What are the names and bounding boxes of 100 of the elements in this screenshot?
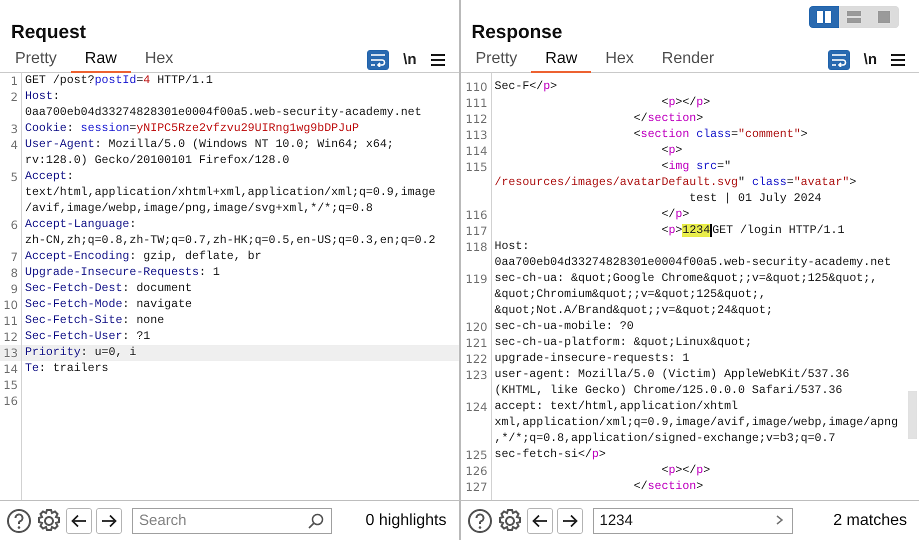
code-line: Accept:	[24, 169, 74, 185]
line-number: 116	[460, 207, 492, 223]
code-line: Host:	[24, 89, 60, 105]
code-line: test | 01 July 2024	[688, 191, 822, 207]
line-number: 16	[0, 393, 22, 409]
code-line: ,*/*;q=0.8,application/signed-exchange;v=b3;q=0.7	[494, 431, 836, 447]
line-number: 13	[0, 345, 22, 361]
code-line: rv:128.0) Gecko/20100101 Firefox/128.0	[24, 153, 290, 169]
line-number: 117	[460, 223, 492, 239]
code-line: 0aa700eb04d33274828301e0004f00a5.web-security-academy.net	[24, 105, 422, 121]
code-line: <p></p>	[660, 463, 710, 479]
code-line: 0aa700eb04d33274828301e0004f00a5.web-security-academy.net	[494, 255, 892, 271]
line-number: 6	[0, 217, 22, 233]
panel-title: Response	[472, 22, 562, 44]
code-line: Te: trailers	[24, 361, 108, 377]
code-line: &quot;Chromium&quot;;v=&quot;125&quot;,	[494, 287, 766, 303]
code-line: </p>	[660, 207, 690, 223]
code-line: sec-ch-ua: &quot;Google Chrome&quot;;v=&quot;125&quot;,	[494, 271, 878, 287]
back-button[interactable]	[66, 508, 92, 534]
line-number: 115	[460, 159, 492, 175]
view-tab[interactable]: Hex	[591, 48, 648, 72]
layout-button[interactable]	[809, 6, 839, 28]
line-number: 119	[460, 271, 492, 287]
scrollbar-thumb[interactable]	[908, 391, 917, 439]
help-icon[interactable]	[6, 508, 32, 534]
right-arrow-icon	[562, 514, 578, 528]
view-tab[interactable]: Pretty	[1, 48, 71, 72]
code-line: Accept-Language:	[24, 217, 136, 233]
match-count: 2 matches	[833, 510, 908, 530]
view-tab[interactable]: Pretty	[462, 48, 532, 72]
code-line: sec-fetch-si</p>	[494, 447, 606, 463]
line-number: 14	[0, 361, 22, 377]
view-tab[interactable]: Raw	[531, 48, 592, 72]
code-line: sec-ch-ua-mobile: ?0	[494, 319, 634, 335]
chevron-icon[interactable]	[774, 512, 784, 526]
menu-icon	[891, 54, 905, 66]
settings-icon[interactable]	[496, 508, 522, 534]
code-line: Sec-Fetch-Site: none	[24, 313, 164, 329]
code-line: sec-ch-ua-platform: &quot;Linux&quot;	[494, 335, 752, 351]
code-line: Cookie: session=yNIPC5Rze2vfzvu29UIRng1wg9bDPJuP	[24, 121, 359, 137]
line-number: 9	[0, 281, 22, 297]
left-arrow-icon	[532, 514, 548, 528]
code-line: user-agent: Mozilla/5.0 (Victim) AppleWebKit/537.36	[494, 367, 850, 383]
line-number: 113	[460, 127, 492, 143]
code-line: /avif,image/webp,image/png,image/svg+xml,*/*;q=0.8	[24, 201, 373, 217]
view-tab[interactable]: Hex	[130, 48, 188, 72]
forward-button[interactable]	[96, 508, 122, 534]
code-line: upgrade-insecure-requests: 1	[494, 351, 690, 367]
code-line: </section>	[632, 111, 704, 127]
code-line: <p></p>	[660, 95, 710, 111]
search-icon[interactable]	[308, 512, 324, 528]
code-line: Priority: u=0, i	[24, 345, 136, 361]
newline-button[interactable]: \n	[864, 48, 877, 72]
line-number: 11	[0, 313, 22, 329]
left-arrow-icon	[71, 514, 87, 528]
line-number: 114	[460, 143, 492, 159]
right-arrow-icon	[101, 514, 117, 528]
code-line: &quot;Not.A/Brand&quot;;v=&quot;24&quot;	[494, 303, 773, 319]
code-line: </section>	[632, 479, 704, 495]
wrap-button[interactable]	[828, 50, 850, 70]
help-icon[interactable]	[466, 508, 492, 534]
back-button[interactable]	[526, 508, 552, 534]
search-field[interactable]: 1234	[592, 508, 792, 534]
match-count: 0 highlights	[366, 510, 448, 530]
wrap-button[interactable]	[367, 50, 390, 70]
line-number: 126	[460, 463, 492, 479]
line-number: 15	[0, 377, 22, 393]
code-line: Sec-Fetch-User: ?1	[24, 329, 150, 345]
menu-button[interactable]	[430, 54, 444, 66]
code-line: <p>1234 GET /login HTTP/1.1	[660, 223, 844, 239]
line-number: 4	[0, 137, 22, 153]
code-line: (KHTML, like Gecko) Chrome/125.0.0.0 Safari/537.36	[494, 383, 842, 399]
wrap-icon	[830, 53, 847, 67]
line-number: 123	[460, 367, 492, 383]
line-number: 110	[460, 79, 492, 95]
columns-icon[interactable]	[816, 10, 832, 24]
line-number: 111	[460, 95, 492, 111]
line-number: 122	[460, 351, 492, 367]
line-number: 121	[460, 335, 492, 351]
view-tab[interactable]: Raw	[70, 48, 131, 72]
code-line: Upgrade-Insecure-Requests: 1	[24, 265, 220, 281]
view-tab[interactable]: Render	[648, 48, 728, 72]
code-line: accept: text/html,application/xhtml	[494, 399, 738, 415]
settings-icon[interactable]	[36, 508, 62, 534]
code-line: User-Agent: Mozilla/5.0 (Windows NT 10.0; Win64; x64;	[24, 137, 394, 153]
code-line: Host:	[494, 239, 530, 255]
newline-button[interactable]: \n	[403, 48, 416, 72]
line-number: 118	[460, 239, 492, 255]
code-line: <section class="comment">	[632, 127, 808, 143]
code-line: <p>	[660, 143, 682, 159]
wrap-icon	[370, 53, 386, 67]
menu-button[interactable]	[891, 54, 905, 66]
line-number: 10	[0, 297, 22, 313]
line-number: 127	[460, 479, 492, 495]
forward-button[interactable]	[556, 508, 582, 534]
panel-title: Request	[11, 22, 86, 44]
search-field[interactable]: Search	[132, 508, 332, 534]
line-number: 125	[460, 447, 492, 463]
line-number: 120	[460, 319, 492, 335]
code-line: Accept-Encoding: gzip, deflate, br	[24, 249, 262, 265]
